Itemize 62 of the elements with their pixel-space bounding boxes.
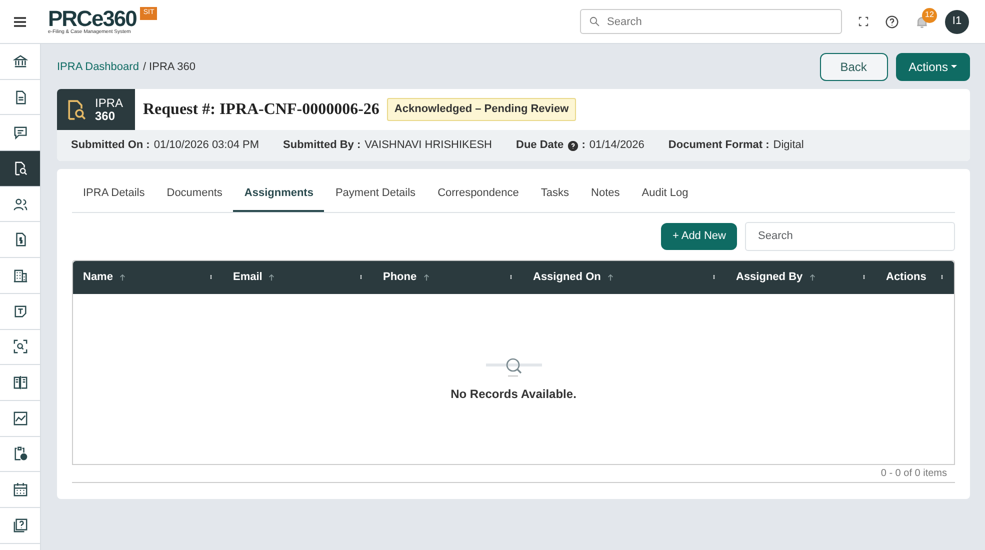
document-search-icon <box>65 98 87 120</box>
field-label: Submitted By : <box>283 138 361 154</box>
search-field[interactable]: Search <box>580 9 842 34</box>
field-value: Digital <box>773 138 804 154</box>
tab[interactable]: IPRA Details <box>72 181 156 212</box>
tab[interactable]: Payment Details <box>324 181 427 212</box>
user-avatar[interactable]: I1 <box>945 10 969 34</box>
tab[interactable]: Tasks <box>530 181 580 212</box>
calendar-icon <box>12 482 28 498</box>
badge-label: 360 <box>95 110 116 122</box>
sort-icon[interactable] <box>422 274 430 280</box>
field-value: 01/10/2026 03:04 PM <box>154 138 260 154</box>
tab[interactable]: Correspondence <box>426 181 530 212</box>
field-value: VAISHNAVI HRISHIKESH <box>364 138 492 154</box>
sort-icon[interactable] <box>606 274 614 280</box>
notification-count: 12 <box>922 8 937 22</box>
column-header[interactable]: Actions <box>886 268 926 286</box>
sort-icon[interactable] <box>268 274 276 280</box>
column-header[interactable]: Name <box>83 268 113 286</box>
chat-icon <box>12 125 28 140</box>
field-label: Due Date <box>516 138 564 154</box>
sort-icon[interactable] <box>808 274 816 280</box>
tab[interactable]: Documents <box>156 181 234 212</box>
fullscreen-icon[interactable] <box>858 16 869 27</box>
column-header[interactable]: Assigned By <box>736 268 803 286</box>
sidebar-item[interactable] <box>0 151 40 187</box>
search-icon <box>589 16 600 27</box>
column-header[interactable]: Assigned On <box>533 268 601 286</box>
search-field[interactable]: Search <box>745 222 955 250</box>
pager-info: 0 - 0 of 0 items <box>880 466 947 480</box>
chart-icon <box>12 410 28 426</box>
add-new-button[interactable]: + Add New <box>661 222 737 250</box>
book-icon <box>12 375 28 390</box>
tab[interactable]: Assignments <box>233 181 324 212</box>
breadcrumb-link[interactable]: IPRA Dashboard <box>57 58 139 76</box>
actions-dropdown[interactable]: Actions <box>896 53 970 81</box>
empty-message: No Records Available. <box>450 386 576 402</box>
sort-icon[interactable] <box>118 274 126 280</box>
clipboard-clock-icon <box>12 446 28 462</box>
document-search-icon <box>12 160 28 176</box>
field-label: Submitted On : <box>71 138 150 154</box>
tab[interactable]: Audit Log <box>630 181 700 212</box>
field-label: Document Format : <box>668 138 770 154</box>
building-icon <box>12 268 28 283</box>
info-icon[interactable] <box>568 140 578 150</box>
column-header[interactable]: Email <box>233 268 262 286</box>
help-icon <box>12 518 28 533</box>
tab[interactable]: Notes <box>580 181 631 212</box>
badge-label: IPRA <box>95 96 124 110</box>
bank-icon <box>12 54 28 69</box>
column-header[interactable]: Phone <box>383 268 417 286</box>
field-value: 01/14/2026 <box>589 138 644 154</box>
help-icon[interactable] <box>885 14 899 28</box>
back-button[interactable]: Back <box>820 53 888 81</box>
request-title: Request #: IPRA-CNF-0000006-26 <box>143 100 380 120</box>
status-tag: Acknowledged – Pending Review <box>387 98 576 121</box>
note-icon <box>12 304 28 319</box>
field-label: : <box>582 138 586 154</box>
breadcrumb-current: / IPRA 360 <box>142 60 196 75</box>
logo: PRCe360 <box>48 8 136 30</box>
scan-icon <box>12 339 28 354</box>
people-icon <box>12 196 28 212</box>
